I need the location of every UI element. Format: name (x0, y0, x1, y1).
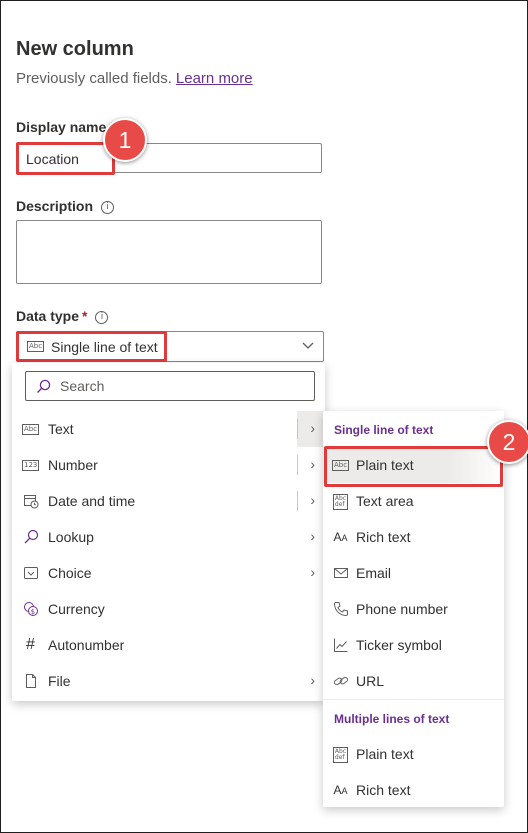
submenu-item-ticker-symbol[interactable]: Ticker symbol (323, 627, 504, 663)
menu-item-text[interactable]: Abc Text › (12, 411, 325, 447)
divider (297, 455, 298, 475)
chevron-right-icon: › (310, 456, 315, 472)
menu-item-label: Choice (48, 565, 92, 581)
chevron-right-icon: › (310, 672, 315, 688)
submenu-item-multi-rich-text[interactable]: AA Rich text (323, 772, 504, 808)
submenu-item-label: Phone number (356, 601, 448, 617)
highlight-display-name (16, 142, 115, 175)
submenu-item-label: Email (356, 565, 392, 581)
link-icon (332, 673, 349, 689)
menu-item-file[interactable]: File › (12, 663, 325, 699)
required-marker: * (82, 308, 88, 324)
search-icon (37, 379, 51, 393)
submenu-item-label: Text area (356, 493, 414, 509)
number-icon: 123 (22, 460, 40, 472)
menu-item-label: File (48, 673, 71, 689)
display-name-label-text: Display name (16, 119, 107, 135)
abc-def-icon: Abc def (332, 746, 349, 763)
submenu-item-label: Plain text (356, 746, 414, 762)
rich-text-icon: AA (333, 530, 348, 544)
menu-item-label: Date and time (48, 493, 136, 509)
abc-def-icon: Abc def (332, 493, 349, 510)
panel: New column Previously called fields. Lear… (0, 0, 528, 833)
menu-item-label: Text (48, 421, 74, 437)
submenu-item-url[interactable]: URL (323, 663, 504, 699)
highlight-data-type (16, 331, 167, 362)
search-input[interactable]: Search (25, 371, 315, 401)
highlight-plain-text (324, 446, 503, 487)
menu-item-choice[interactable]: Choice › (12, 555, 325, 591)
chevron-right-icon: › (310, 492, 315, 508)
submenu-header-multiple: Multiple lines of text (334, 712, 450, 726)
file-icon (22, 673, 39, 689)
panel-title: New column (16, 38, 134, 60)
submenu-item-email[interactable]: Email (323, 555, 504, 591)
menu-item-lookup[interactable]: Lookup › (12, 519, 325, 555)
submenu-item-text-area[interactable]: Abc def Text area (323, 483, 504, 519)
info-icon[interactable]: i (95, 311, 109, 324)
svg-text:$: $ (30, 608, 34, 616)
description-label: Description i (16, 198, 115, 214)
choice-icon (22, 565, 39, 581)
info-icon[interactable]: i (101, 201, 115, 214)
divider (297, 491, 298, 511)
calendar-clock-icon (22, 493, 39, 509)
submenu-item-multi-plain-text[interactable]: Abc def Plain text (323, 736, 504, 772)
menu-item-label: Number (48, 457, 98, 473)
submenu-header-single: Single line of text (334, 423, 434, 437)
lookup-icon (22, 529, 39, 545)
menu-item-label: Lookup (48, 529, 94, 545)
submenu-item-label: Rich text (356, 529, 411, 545)
submenu-item-label: URL (356, 673, 385, 689)
submenu-item-label: Ticker symbol (356, 637, 442, 653)
submenu-item-phone-number[interactable]: Phone number (323, 591, 504, 627)
description-textarea[interactable] (16, 220, 322, 284)
learn-more-link[interactable]: Learn more (176, 70, 253, 87)
email-icon (332, 565, 349, 581)
menu-item-date-and-time[interactable]: Date and time › (12, 483, 325, 519)
panel-subtitle: Previously called fields. Learn more (16, 70, 253, 87)
phone-icon (332, 601, 349, 617)
description-label-text: Description (16, 198, 94, 214)
display-name-label: Display name* (16, 119, 115, 135)
rich-text-icon: AA (333, 783, 348, 797)
submenu-item-rich-text[interactable]: AA Rich text (323, 519, 504, 555)
data-type-label-text: Data type (16, 308, 80, 324)
data-type-menu: Search Abc Text › 123 Number › Date and … (12, 363, 325, 701)
callout-badge-2: 2 (487, 420, 528, 464)
menu-item-currency[interactable]: $ Currency (12, 591, 325, 627)
divider (297, 419, 298, 439)
search-placeholder: Search (60, 378, 105, 394)
chevron-right-icon: › (310, 528, 315, 544)
callout-badge-1: 1 (103, 118, 147, 162)
data-type-label: Data type * i (16, 308, 109, 324)
chevron-right-icon: › (310, 420, 315, 436)
subtitle-text: Previously called fields. (16, 70, 172, 87)
chevron-down-icon (302, 342, 314, 349)
menu-item-autonumber[interactable]: # Autonumber (12, 627, 325, 663)
menu-item-label: Currency (48, 601, 105, 617)
submenu-item-label: Rich text (356, 782, 411, 798)
menu-item-label: Autonumber (48, 637, 125, 653)
submenu-divider (323, 699, 504, 700)
currency-icon: $ (22, 601, 39, 617)
abc-icon: Abc (22, 424, 40, 436)
ticker-icon (332, 637, 349, 653)
chevron-right-icon: › (310, 564, 315, 580)
menu-item-number[interactable]: 123 Number › (12, 447, 325, 483)
hash-icon: # (26, 636, 35, 653)
